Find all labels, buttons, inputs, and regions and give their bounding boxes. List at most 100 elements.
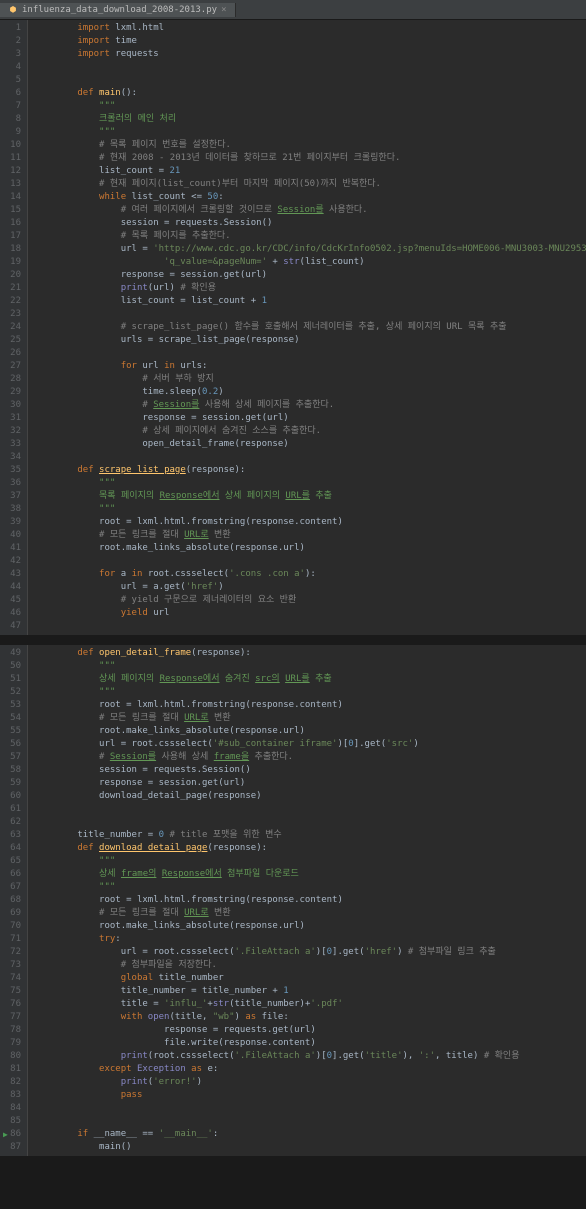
code-line[interactable]: url = root.cssselect('#sub_container ifr… — [34, 738, 586, 751]
code-line[interactable]: root.make_links_absolute(response.url) — [34, 920, 586, 933]
code-line[interactable]: response = session.get(url) — [34, 412, 586, 425]
code-line[interactable]: global title_number — [34, 972, 586, 985]
line-number: 41 — [4, 542, 21, 555]
code-line[interactable]: pass — [34, 1089, 586, 1102]
line-number: 74 — [4, 972, 21, 985]
code-line[interactable] — [34, 1115, 586, 1128]
code-line[interactable]: title = 'influ_'+str(title_number)+'.pdf… — [34, 998, 586, 1011]
code-line[interactable]: list_count = 21 — [34, 165, 586, 178]
run-icon[interactable]: ▶ — [3, 1128, 8, 1141]
code-line[interactable]: import time — [34, 35, 586, 48]
code-line[interactable]: root = lxml.html.fromstring(response.con… — [34, 894, 586, 907]
code-line[interactable]: session = requests.Session() — [34, 217, 586, 230]
code-line[interactable]: print('error!') — [34, 1076, 586, 1089]
code-line[interactable]: main() — [34, 1141, 586, 1154]
code-line[interactable] — [34, 620, 586, 633]
code-line[interactable]: # scrape_list_page() 함수를 호출해서 제너레이터를 추출,… — [34, 321, 586, 334]
code-line[interactable]: # 현재 2008 - 2013년 데이터를 찾하므로 21번 페이지부터 크롤… — [34, 152, 586, 165]
code-line[interactable]: # 첨부파일을 저장한다. — [34, 959, 586, 972]
code-line[interactable]: # 상세 페이지에서 숨겨진 소스를 추출한다. — [34, 425, 586, 438]
code-line[interactable]: # 모든 링크를 절대 URL로 변환 — [34, 907, 586, 920]
code-line[interactable]: url = 'http://www.cdc.go.kr/CDC/info/Cdc… — [34, 243, 586, 256]
code-line[interactable]: """ — [34, 686, 586, 699]
code-line[interactable]: def open_detail_frame(response): — [34, 647, 586, 660]
line-number: 55 — [4, 725, 21, 738]
code-line[interactable]: # Session를 사용해 상세 frame을 추출한다. — [34, 751, 586, 764]
code-line[interactable]: import lxml.html — [34, 22, 586, 35]
code-line[interactable]: list_count = list_count + 1 — [34, 295, 586, 308]
code-editor[interactable]: import lxml.html import time import requ… — [28, 20, 586, 635]
code-line[interactable]: # 목록 페이지를 추출한다. — [34, 230, 586, 243]
code-line[interactable]: # 여러 페이지에서 크롤링할 것이므로 Session를 사용한다. — [34, 204, 586, 217]
code-line[interactable]: try: — [34, 933, 586, 946]
code-line[interactable]: session = requests.Session() — [34, 764, 586, 777]
code-line[interactable]: # Session를 사용해 상세 페이지를 추출한다. — [34, 399, 586, 412]
code-line[interactable]: def scrape_list_page(response): — [34, 464, 586, 477]
code-editor[interactable]: def open_detail_frame(response): """ 상세 … — [28, 645, 586, 1156]
code-line[interactable]: """ — [34, 477, 586, 490]
code-line[interactable]: 목록 페이지의 Response에서 상세 페이지의 URL를 추출 — [34, 490, 586, 503]
code-line[interactable]: time.sleep(0.2) — [34, 386, 586, 399]
code-line[interactable]: 크롤러의 메인 처리 — [34, 113, 586, 126]
line-number: 15 — [4, 204, 21, 217]
code-line[interactable]: for a in root.cssselect('.cons .con a'): — [34, 568, 586, 581]
code-line[interactable]: # 모든 링크를 절대 URL로 변환 — [34, 712, 586, 725]
code-line[interactable]: urls = scrape_list_page(response) — [34, 334, 586, 347]
code-area-top: 1234567891011121314151617181920212223242… — [0, 20, 586, 635]
code-line[interactable]: response = requests.get(url) — [34, 1024, 586, 1037]
line-number: 14 — [4, 191, 21, 204]
code-line[interactable] — [34, 347, 586, 360]
file-tab[interactable]: ⬢ influenza_data_download_2008-2013.py × — [0, 3, 236, 17]
code-line[interactable] — [34, 451, 586, 464]
code-line[interactable]: with open(title, "wb") as file: — [34, 1011, 586, 1024]
close-icon[interactable]: × — [221, 5, 226, 15]
code-line[interactable]: """ — [34, 660, 586, 673]
code-line[interactable]: title_number = title_number + 1 — [34, 985, 586, 998]
code-line[interactable]: # 목록 페이지 번호를 설정한다. — [34, 139, 586, 152]
code-line[interactable]: import requests — [34, 48, 586, 61]
code-line[interactable] — [34, 61, 586, 74]
code-line[interactable]: root.make_links_absolute(response.url) — [34, 725, 586, 738]
code-line[interactable]: """ — [34, 126, 586, 139]
code-line[interactable]: root = lxml.html.fromstring(response.con… — [34, 699, 586, 712]
code-line[interactable] — [34, 816, 586, 829]
code-line[interactable]: download_detail_page(response) — [34, 790, 586, 803]
code-line[interactable]: # 모든 링크를 절대 URL로 변환 — [34, 529, 586, 542]
code-line[interactable]: """ — [34, 100, 586, 113]
code-line[interactable]: url = a.get('href') — [34, 581, 586, 594]
code-line[interactable]: for url in urls: — [34, 360, 586, 373]
code-line[interactable]: yield url — [34, 607, 586, 620]
code-line[interactable] — [34, 74, 586, 87]
code-line[interactable]: while list_count <= 50: — [34, 191, 586, 204]
code-line[interactable] — [34, 1102, 586, 1115]
code-line[interactable] — [34, 555, 586, 568]
code-line[interactable]: # yield 구문으로 제너레이터의 요소 반환 — [34, 594, 586, 607]
line-number: 59 — [4, 777, 21, 790]
code-line[interactable]: def download_detail_page(response): — [34, 842, 586, 855]
code-line[interactable]: root = lxml.html.fromstring(response.con… — [34, 516, 586, 529]
line-number: 3 — [4, 48, 21, 61]
code-line[interactable]: response = session.get(url) — [34, 777, 586, 790]
code-line[interactable] — [34, 308, 586, 321]
code-line[interactable]: if __name__ == '__main__': — [34, 1128, 586, 1141]
code-line[interactable]: response = session.get(url) — [34, 269, 586, 282]
code-line[interactable]: root.make_links_absolute(response.url) — [34, 542, 586, 555]
code-line[interactable]: """ — [34, 881, 586, 894]
code-line[interactable]: 'q_value=&pageNum=' + str(list_count) — [34, 256, 586, 269]
code-line[interactable]: except Exception as e: — [34, 1063, 586, 1076]
line-number: 17 — [4, 230, 21, 243]
code-line[interactable]: # 서버 부하 방지 — [34, 373, 586, 386]
code-line[interactable]: open_detail_frame(response) — [34, 438, 586, 451]
code-line[interactable] — [34, 803, 586, 816]
code-line[interactable]: title_number = 0 # title 포맷을 위한 변수 — [34, 829, 586, 842]
code-line[interactable]: """ — [34, 855, 586, 868]
code-line[interactable]: url = root.cssselect('.FileAttach a')[0]… — [34, 946, 586, 959]
code-line[interactable]: file.write(response.content) — [34, 1037, 586, 1050]
code-line[interactable]: 상세 frame의 Response에서 첨부파일 다운로드 — [34, 868, 586, 881]
code-line[interactable]: print(root.cssselect('.FileAttach a')[0]… — [34, 1050, 586, 1063]
code-line[interactable]: """ — [34, 503, 586, 516]
code-line[interactable]: # 현재 페이지(list_count)부터 마지막 페이지(50)까지 반복한… — [34, 178, 586, 191]
code-line[interactable]: print(url) # 확인용 — [34, 282, 586, 295]
code-line[interactable]: 상세 페이지의 Response에서 숨겨진 src의 URL를 추출 — [34, 673, 586, 686]
code-line[interactable]: def main(): — [34, 87, 586, 100]
